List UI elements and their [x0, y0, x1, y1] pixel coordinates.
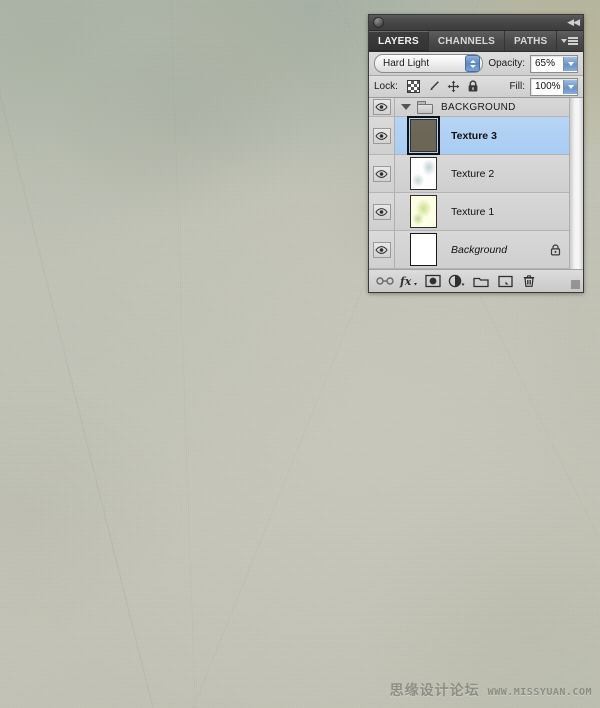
fill-dropdown-button[interactable] — [563, 79, 577, 94]
panel-titlebar[interactable]: ◀◀ — [369, 15, 583, 31]
layer-thumbnail-cell[interactable] — [395, 157, 445, 190]
layer-list-scrollbar[interactable] — [569, 98, 583, 269]
lock-label: Lock: — [374, 81, 398, 92]
tab-channels-label: CHANNELS — [437, 35, 496, 47]
texture-2-thumbnail — [409, 157, 437, 190]
delete-layer-icon[interactable] — [517, 271, 541, 291]
texture-3-thumbnail — [406, 116, 440, 155]
layer-name-texture-3: Texture 3 — [451, 129, 497, 142]
group-disclosure-triangle-icon[interactable] — [401, 104, 411, 110]
fill-label: Fill: — [509, 81, 525, 92]
new-layer-icon[interactable] — [493, 271, 517, 291]
tab-layers-label: LAYERS — [378, 36, 419, 47]
layer-name-texture-1: Texture 1 — [451, 205, 495, 218]
layer-thumbnail-cell[interactable] — [395, 233, 445, 266]
link-layers-icon[interactable] — [373, 271, 397, 291]
panel-dock-dot-icon[interactable] — [373, 17, 384, 28]
visibility-toggle-group[interactable] — [369, 98, 395, 116]
chevron-down-icon — [561, 39, 568, 43]
texture-1-thumbnail — [409, 195, 437, 228]
eye-icon — [372, 203, 391, 220]
eye-icon — [372, 241, 391, 258]
layer-group-row-background[interactable]: BACKGROUND — [369, 98, 583, 117]
visibility-toggle-texture-1[interactable] — [369, 193, 395, 230]
fill-input[interactable]: 100% — [530, 77, 578, 96]
layer-row-texture-3[interactable]: Texture 3 — [369, 116, 583, 155]
opacity-input[interactable]: 65% — [530, 54, 578, 73]
tab-channels[interactable]: CHANNELS — [429, 31, 506, 51]
layer-thumbnail-cell[interactable] — [395, 116, 445, 155]
watermark-url-text: WWW.MISSYUAN.COM — [487, 687, 592, 698]
layer-row-texture-2[interactable]: Texture 2 — [369, 155, 583, 193]
lock-row: Lock: Fill: 100% — [369, 76, 583, 98]
layer-row-texture-1[interactable]: Texture 1 — [369, 193, 583, 231]
svg-text:fx: fx — [399, 275, 412, 288]
lock-icon-group — [406, 80, 479, 93]
eye-icon — [372, 99, 391, 115]
collapse-double-arrow-icon[interactable]: ◀◀ — [567, 18, 580, 27]
blend-mode-row: Hard Light Opacity: 65% — [369, 52, 583, 76]
layer-thumbnail-cell[interactable] — [395, 195, 445, 228]
visibility-toggle-texture-3[interactable] — [369, 117, 395, 154]
opacity-dropdown-button[interactable] — [563, 56, 577, 71]
hamburger-lines-icon — [568, 37, 579, 45]
lock-all-icon[interactable] — [467, 80, 479, 93]
new-group-icon[interactable] — [469, 271, 493, 291]
watermark-chinese-text: 思缘设计论坛 — [389, 683, 480, 699]
layer-locked-badge-icon — [550, 243, 561, 256]
layers-panel-toolbar: fx — [369, 269, 583, 292]
fill-group: Fill: 100% — [509, 77, 578, 96]
panel-menu-button[interactable] — [557, 31, 584, 51]
layer-list: BACKGROUND Texture 3 Texture 2 Texture 1… — [369, 98, 583, 269]
new-fill-adjustment-layer-icon[interactable] — [445, 271, 469, 291]
opacity-label: Opacity: — [488, 58, 525, 69]
lock-image-pixels-icon[interactable] — [427, 80, 440, 93]
eye-icon — [372, 127, 391, 144]
white-thumbnail — [409, 233, 437, 266]
blend-mode-select[interactable]: Hard Light — [374, 54, 484, 73]
eye-icon — [372, 165, 391, 182]
visibility-toggle-background[interactable] — [369, 231, 395, 268]
blend-mode-value: Hard Light — [383, 58, 430, 69]
blend-mode-stepper-icon[interactable] — [465, 55, 481, 72]
fill-value: 100% — [535, 81, 561, 92]
layer-row-background[interactable]: Background — [369, 231, 583, 269]
layers-panel: ◀◀ LAYERS CHANNELS PATHS Hard Light Opac… — [368, 14, 584, 293]
opacity-value: 65% — [535, 58, 556, 69]
tab-paths[interactable]: PATHS — [505, 31, 558, 51]
layer-name-background: Background — [451, 243, 508, 256]
lock-transparent-pixels-icon[interactable] — [406, 80, 420, 93]
visibility-toggle-texture-2[interactable] — [369, 155, 395, 192]
panel-resize-grip-icon[interactable] — [571, 280, 580, 289]
tab-layers[interactable]: LAYERS — [369, 31, 429, 51]
lock-position-icon[interactable] — [447, 80, 460, 93]
panel-tab-bar: LAYERS CHANNELS PATHS — [369, 31, 583, 52]
add-layer-mask-icon[interactable] — [421, 271, 445, 291]
tab-paths-label: PATHS — [514, 35, 548, 47]
layer-style-fx-icon[interactable]: fx — [397, 271, 421, 291]
layer-group-name: BACKGROUND — [441, 101, 516, 113]
watermark: 思缘设计论坛 WWW.MISSYUAN.COM — [390, 680, 592, 700]
folder-icon — [417, 101, 433, 114]
layer-name-texture-2: Texture 2 — [451, 167, 495, 180]
